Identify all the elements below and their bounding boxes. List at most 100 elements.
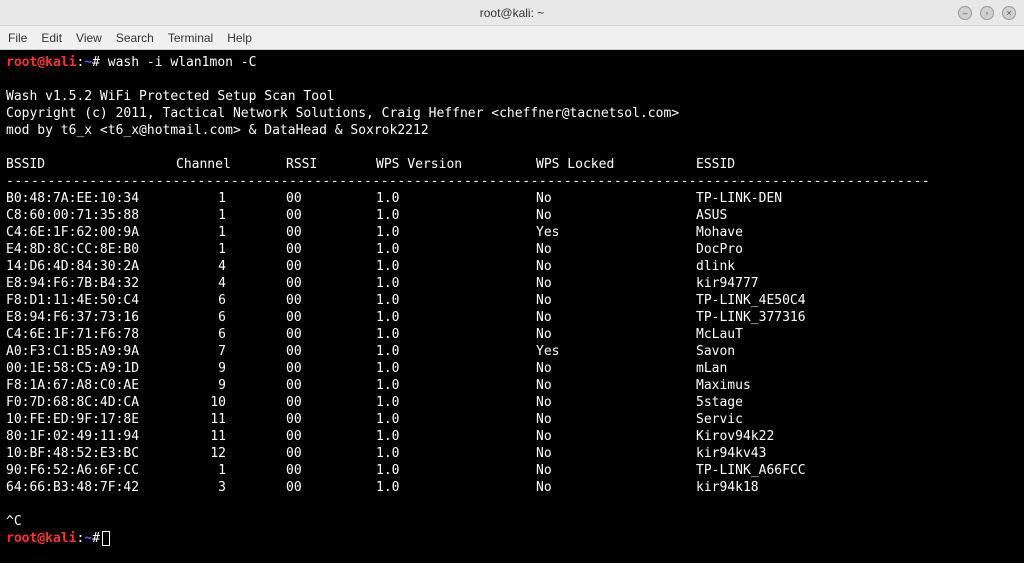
- cell-wps_locked: No: [536, 394, 696, 411]
- cell-wps_version: 1.0: [376, 258, 536, 275]
- cell-wps_version: 1.0: [376, 292, 536, 309]
- table-row: C4:6E:1F:71:F6:786001.0NoMcLauT: [6, 326, 960, 343]
- cursor: [102, 531, 110, 546]
- cell-bssid: 10:FE:ED:9F:17:8E: [6, 411, 176, 428]
- cell-wps_version: 1.0: [376, 462, 536, 479]
- cell-essid: 5stage: [696, 394, 960, 411]
- cell-essid: ASUS: [696, 207, 960, 224]
- prompt-userhost: root@kali: [6, 55, 76, 70]
- col-wps-locked: WPS Locked: [536, 156, 696, 173]
- menu-edit[interactable]: Edit: [41, 31, 62, 45]
- cell-wps_locked: No: [536, 190, 696, 207]
- prompt-hash-2: #: [92, 531, 100, 546]
- cell-bssid: B0:48:7A:EE:10:34: [6, 190, 176, 207]
- cell-wps_locked: No: [536, 241, 696, 258]
- menu-search[interactable]: Search: [116, 31, 154, 45]
- cell-wps_locked: No: [536, 275, 696, 292]
- terminal-body[interactable]: root@kali:~# wash -i wlan1mon -C Wash v1…: [0, 50, 1024, 563]
- cell-wps_locked: No: [536, 377, 696, 394]
- cell-channel: 4: [176, 258, 286, 275]
- cell-channel: 1: [176, 207, 286, 224]
- table-row: F8:D1:11:4E:50:C46001.0NoTP-LINK_4E50C4: [6, 292, 960, 309]
- cell-wps_locked: No: [536, 326, 696, 343]
- table-row: E8:94:F6:7B:B4:324001.0Nokir94777: [6, 275, 960, 292]
- table-row: 14:D6:4D:84:30:2A4001.0Nodlink: [6, 258, 960, 275]
- menu-terminal[interactable]: Terminal: [168, 31, 213, 45]
- window-title: root@kali: ~: [480, 6, 545, 20]
- cell-wps_locked: Yes: [536, 343, 696, 360]
- table-row: A0:F3:C1:B5:A9:9A7001.0YesSavon: [6, 343, 960, 360]
- cell-wps_version: 1.0: [376, 343, 536, 360]
- banner-line-2: Copyright (c) 2011, Tactical Network Sol…: [6, 106, 679, 121]
- cell-wps_version: 1.0: [376, 190, 536, 207]
- cell-channel: 4: [176, 275, 286, 292]
- cell-essid: TP-LINK_4E50C4: [696, 292, 960, 309]
- titlebar[interactable]: root@kali: ~ – ◦ ×: [0, 0, 1024, 26]
- cell-rssi: 00: [286, 224, 376, 241]
- cell-bssid: 90:F6:52:A6:6F:CC: [6, 462, 176, 479]
- cell-bssid: 14:D6:4D:84:30:2A: [6, 258, 176, 275]
- cell-essid: Savon: [696, 343, 960, 360]
- cell-channel: 9: [176, 360, 286, 377]
- table-row: C4:6E:1F:62:00:9A1001.0YesMohave: [6, 224, 960, 241]
- cell-wps_version: 1.0: [376, 241, 536, 258]
- cell-rssi: 00: [286, 462, 376, 479]
- banner-line-3: mod by t6_x <t6_x@hotmail.com> & DataHea…: [6, 123, 429, 138]
- cell-channel: 1: [176, 462, 286, 479]
- cell-bssid: F8:1A:67:A8:C0:AE: [6, 377, 176, 394]
- prompt-path: ~: [84, 55, 92, 70]
- cell-wps_locked: Yes: [536, 224, 696, 241]
- cell-wps_locked: No: [536, 445, 696, 462]
- cell-channel: 12: [176, 445, 286, 462]
- cell-wps_version: 1.0: [376, 207, 536, 224]
- cell-bssid: 10:BF:48:52:E3:BC: [6, 445, 176, 462]
- cell-essid: kir94777: [696, 275, 960, 292]
- cell-rssi: 00: [286, 258, 376, 275]
- cell-channel: 1: [176, 190, 286, 207]
- table-row: C8:60:00:71:35:881001.0NoASUS: [6, 207, 960, 224]
- cell-wps_version: 1.0: [376, 326, 536, 343]
- table-row: 00:1E:58:C5:A9:1D9001.0NomLan: [6, 360, 960, 377]
- cell-essid: DocPro: [696, 241, 960, 258]
- cell-bssid: A0:F3:C1:B5:A9:9A: [6, 343, 176, 360]
- cell-wps_version: 1.0: [376, 411, 536, 428]
- cell-rssi: 00: [286, 479, 376, 496]
- col-wps-version: WPS Version: [376, 156, 536, 173]
- cell-bssid: E8:94:F6:37:73:16: [6, 309, 176, 326]
- minimize-button[interactable]: –: [958, 6, 972, 20]
- cell-essid: mLan: [696, 360, 960, 377]
- banner-line-1: Wash v1.5.2 WiFi Protected Setup Scan To…: [6, 89, 335, 104]
- cell-bssid: F8:D1:11:4E:50:C4: [6, 292, 176, 309]
- cell-channel: 9: [176, 377, 286, 394]
- cell-rssi: 00: [286, 360, 376, 377]
- cell-rssi: 00: [286, 411, 376, 428]
- cell-wps_version: 1.0: [376, 224, 536, 241]
- table-row: 64:66:B3:48:7F:423001.0Nokir94k18: [6, 479, 960, 496]
- menu-file[interactable]: File: [8, 31, 27, 45]
- cell-wps_version: 1.0: [376, 394, 536, 411]
- cell-essid: kir94kv43: [696, 445, 960, 462]
- cell-essid: Kirov94k22: [696, 428, 960, 445]
- terminal-window: root@kali: ~ – ◦ × File Edit View Search…: [0, 0, 1024, 563]
- cell-essid: Servic: [696, 411, 960, 428]
- wash-table: BSSID Channel RSSI WPS Version WPS Locke…: [6, 156, 960, 496]
- close-button[interactable]: ×: [1002, 6, 1016, 20]
- cell-channel: 6: [176, 309, 286, 326]
- cell-wps_locked: No: [536, 428, 696, 445]
- cell-wps_version: 1.0: [376, 309, 536, 326]
- cell-essid: Mohave: [696, 224, 960, 241]
- maximize-button[interactable]: ◦: [980, 6, 994, 20]
- cell-bssid: 80:1F:02:49:11:94: [6, 428, 176, 445]
- cell-channel: 3: [176, 479, 286, 496]
- menu-view[interactable]: View: [76, 31, 102, 45]
- table-row: 10:FE:ED:9F:17:8E11001.0NoServic: [6, 411, 960, 428]
- cell-wps_locked: No: [536, 360, 696, 377]
- cell-essid: Maximus: [696, 377, 960, 394]
- cell-wps_locked: No: [536, 411, 696, 428]
- cell-wps_version: 1.0: [376, 377, 536, 394]
- table-row: F8:1A:67:A8:C0:AE9001.0NoMaximus: [6, 377, 960, 394]
- cell-rssi: 00: [286, 394, 376, 411]
- cell-rssi: 00: [286, 190, 376, 207]
- command-line: wash -i wlan1mon -C: [108, 55, 257, 70]
- menu-help[interactable]: Help: [227, 31, 252, 45]
